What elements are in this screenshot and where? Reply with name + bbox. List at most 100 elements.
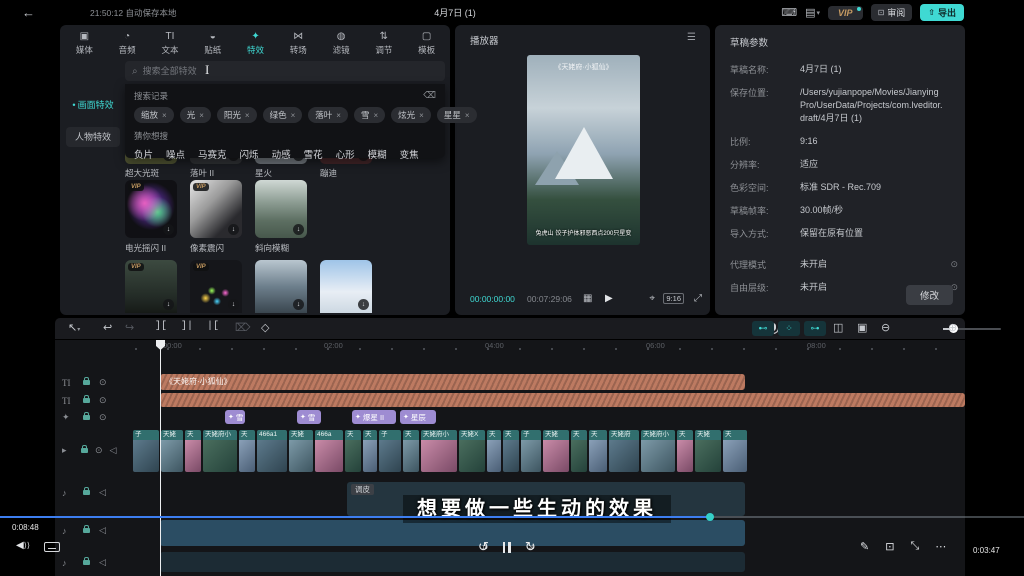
- review-button[interactable]: ⊡审阅: [871, 4, 913, 21]
- notes-icon[interactable]: ✎: [860, 540, 869, 553]
- pause-button[interactable]: [503, 542, 511, 553]
- media-tab[interactable]: ⇅ 调节: [362, 27, 405, 59]
- info-icon[interactable]: ⊙: [950, 259, 958, 270]
- effect-clip[interactable]: ✦ 雪: [225, 410, 245, 424]
- video-clip[interactable]: 天: [723, 430, 747, 472]
- media-tab[interactable]: ✦ 特效: [234, 27, 277, 59]
- video-clip[interactable]: 天姥: [543, 430, 569, 472]
- back-button[interactable]: ←: [22, 5, 35, 20]
- forward-30-button[interactable]: ↻30: [525, 539, 536, 555]
- video-clip[interactable]: 天: [239, 430, 255, 472]
- magnet-toggle[interactable]: ⊷: [752, 321, 774, 336]
- lock-icon[interactable]: [83, 528, 90, 533]
- download-icon[interactable]: ↓: [293, 224, 304, 235]
- text-clip[interactable]: 《天姥府·小狐仙》: [160, 374, 745, 390]
- volume-icon[interactable]: ◀⟩⟩: [16, 540, 30, 551]
- remove-tag-icon[interactable]: ×: [336, 111, 341, 120]
- effect-clip[interactable]: ✦ 雪: [297, 410, 321, 424]
- layout-switch-button[interactable]: ▤▾: [805, 6, 820, 19]
- video-clip[interactable]: 天姥府: [609, 430, 639, 472]
- search-history-tag[interactable]: 星星 ×: [437, 107, 477, 123]
- suggested-search-term[interactable]: 负片: [134, 147, 153, 161]
- media-tab[interactable]: ▢ 模板: [405, 27, 448, 59]
- rewind-10-button[interactable]: ↺10: [478, 539, 489, 555]
- suggested-search-term[interactable]: 雪花: [304, 147, 323, 161]
- remove-tag-icon[interactable]: ×: [373, 111, 378, 120]
- video-clip[interactable]: 天: [403, 430, 419, 472]
- search-history-tag[interactable]: 雪 ×: [354, 107, 385, 123]
- visibility-toggle[interactable]: ⊙: [99, 412, 107, 423]
- video-clip[interactable]: 天: [503, 430, 519, 472]
- media-tab[interactable]: ⋈ 转场: [277, 27, 320, 59]
- linkage-toggle[interactable]: ⁘: [778, 321, 800, 336]
- trim-right-button[interactable]: |[: [207, 321, 219, 332]
- caption-icon[interactable]: ⊡: [885, 540, 894, 553]
- video-progress-handle[interactable]: [706, 513, 714, 521]
- remove-tag-icon[interactable]: ×: [291, 111, 296, 120]
- lock-icon[interactable]: [83, 560, 90, 565]
- timeline-ruler[interactable]: [135, 348, 965, 350]
- clear-history-icon[interactable]: ⌫: [423, 90, 436, 102]
- video-clip[interactable]: 天: [345, 430, 361, 472]
- remove-tag-icon[interactable]: ×: [465, 111, 470, 120]
- effects-category[interactable]: 画面特效: [66, 95, 120, 115]
- remove-tag-icon[interactable]: ×: [199, 111, 204, 120]
- export-button[interactable]: ⇧导出: [920, 4, 964, 21]
- video-clip[interactable]: 天姥X: [459, 430, 485, 472]
- player-menu-icon[interactable]: ☰: [687, 32, 696, 43]
- download-icon[interactable]: ↓: [163, 299, 174, 310]
- audio-clip[interactable]: [160, 552, 745, 572]
- select-tool[interactable]: ↖▾: [68, 321, 80, 334]
- video-progress-filled[interactable]: [0, 516, 710, 518]
- lock-icon[interactable]: [83, 415, 90, 420]
- download-icon[interactable]: ↓: [293, 299, 304, 310]
- video-clip[interactable]: 子: [133, 430, 159, 472]
- more-options-icon[interactable]: ⋯: [935, 540, 946, 553]
- play-button[interactable]: ▶: [605, 293, 613, 304]
- lock-icon[interactable]: [83, 490, 90, 495]
- video-clip[interactable]: 天姥府小: [203, 430, 237, 472]
- search-history-tag[interactable]: 落叶 ×: [308, 107, 348, 123]
- frame-view-icon[interactable]: ▦: [583, 293, 592, 304]
- media-tab[interactable]: TI 文本: [149, 27, 192, 59]
- suggested-search-term[interactable]: 模糊: [368, 147, 387, 161]
- effect-item[interactable]: VIP ↓: [320, 260, 372, 313]
- visibility-toggle[interactable]: ◁: [99, 487, 106, 498]
- visibility-toggle[interactable]: ◁: [99, 525, 106, 536]
- search-history-tag[interactable]: 光 ×: [180, 107, 211, 123]
- visibility-toggle[interactable]: ◁: [99, 557, 106, 568]
- search-history-tag[interactable]: 阳光 ×: [217, 107, 257, 123]
- video-clip[interactable]: 天姥: [289, 430, 313, 472]
- download-icon[interactable]: ↓: [228, 224, 239, 235]
- video-clip[interactable]: 天姥府小: [421, 430, 457, 472]
- download-icon[interactable]: ↓: [163, 224, 174, 235]
- mute-toggle[interactable]: ◁: [110, 445, 117, 456]
- subtitle-toggle-icon[interactable]: [44, 542, 60, 552]
- lock-icon[interactable]: [83, 398, 90, 403]
- lock-icon[interactable]: [81, 448, 88, 453]
- visibility-toggle[interactable]: ⊙: [95, 445, 103, 456]
- effect-clip[interactable]: ✦ 星辰: [400, 410, 436, 424]
- video-clip[interactable]: 天: [487, 430, 501, 472]
- visibility-toggle[interactable]: ⊙: [99, 395, 107, 406]
- fullscreen-icon[interactable]: ⤢: [694, 293, 702, 304]
- remove-tag-icon[interactable]: ×: [245, 111, 250, 120]
- effect-clip[interactable]: ✦ 爆星 II: [352, 410, 396, 424]
- vip-button[interactable]: VIP: [828, 6, 863, 20]
- suggested-search-term[interactable]: 动感: [272, 147, 291, 161]
- video-clip[interactable]: 天: [185, 430, 201, 472]
- track-view-icon[interactable]: ◫: [833, 321, 843, 334]
- video-clip[interactable]: 天姥: [695, 430, 721, 472]
- video-clip[interactable]: 子: [379, 430, 401, 472]
- video-clip[interactable]: 466a1: [257, 430, 287, 472]
- exit-fullscreen-icon[interactable]: ⤡: [910, 540, 919, 553]
- adapt-timeline-icon[interactable]: ▣: [857, 321, 867, 334]
- video-clip[interactable]: 466a: [315, 430, 343, 472]
- suggested-search-term[interactable]: 马赛克: [198, 147, 227, 161]
- video-preview[interactable]: 《天姥府·小狐仙》 兔虎山 饺子护体邪恶西点200只星变: [527, 55, 640, 245]
- search-input[interactable]: [143, 66, 383, 76]
- remove-tag-icon[interactable]: ×: [162, 111, 167, 120]
- remove-tag-icon[interactable]: ×: [419, 111, 424, 120]
- trim-left-button[interactable]: ]|: [181, 321, 193, 332]
- shortcut-keyboard-icon[interactable]: ⌨: [781, 6, 797, 19]
